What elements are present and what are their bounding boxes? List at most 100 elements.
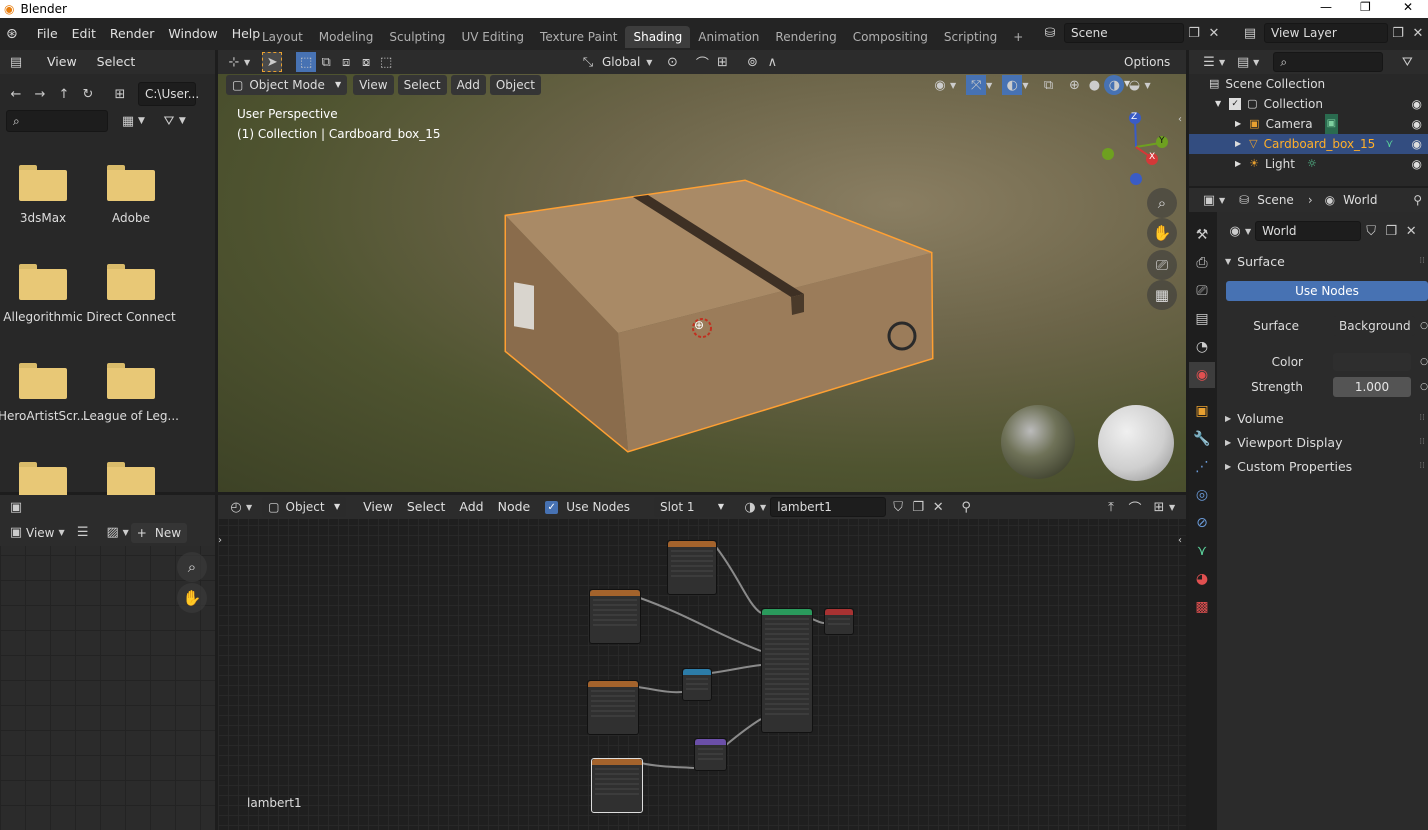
file-search-input[interactable]: ⌕ <box>6 110 108 132</box>
use-nodes-button[interactable]: Use Nodes <box>1226 281 1428 301</box>
folder-item[interactable]: Direct Connect <box>81 264 181 324</box>
menu-file[interactable]: File <box>30 18 65 50</box>
eye-icon[interactable]: ◉ <box>1412 114 1422 134</box>
expand-arrow-icon[interactable]: ▶ <box>1225 462 1231 471</box>
separate-color-node[interactable] <box>682 668 712 701</box>
material-output-node[interactable] <box>824 608 854 635</box>
particles-tab-icon[interactable]: ⋰ <box>1189 454 1215 480</box>
chevron-down-icon[interactable]: ▼ <box>1219 196 1225 205</box>
file-browser-menu-select[interactable]: Select <box>90 50 143 74</box>
tab-scripting[interactable]: Scripting <box>936 26 1005 48</box>
tab-rendering[interactable]: Rendering <box>767 26 844 48</box>
chevron-down-icon[interactable]: ▼ <box>123 528 129 537</box>
collection-checkbox[interactable]: ✓ <box>1229 98 1242 110</box>
tab-shading[interactable]: Shading <box>625 26 691 48</box>
drag-handle-icon[interactable]: ⁞⁞ <box>1419 256 1425 266</box>
parent-dir-icon[interactable]: ↑ <box>54 84 74 104</box>
perspective-toggle-icon[interactable]: ▦ <box>1147 280 1177 310</box>
editor-type-icon[interactable]: ▣ <box>6 497 26 517</box>
blender-menu-icon[interactable]: ⊛ <box>6 26 18 42</box>
view-layer-field[interactable]: View Layer <box>1264 23 1388 43</box>
refresh-icon[interactable]: ↻ <box>78 84 98 104</box>
file-browser-menu-view[interactable]: View <box>40 50 84 74</box>
link-socket-icon[interactable]: ○ <box>1420 357 1428 367</box>
texture-tab-icon[interactable]: ▩ <box>1189 594 1215 620</box>
3d-viewport[interactable]: ⊹ ▼ ➤ ⬚ ⧉ ⧈ ⧇ ⬚ ⤡ Global ▼ ⊙ ⌒ ⊞ ⊚ ∧ Opt… <box>218 50 1186 492</box>
strength-slider[interactable]: 1.000 <box>1333 377 1411 397</box>
image-view-dropdown[interactable]: View <box>26 526 54 540</box>
new-view-layer-icon[interactable]: ❐ <box>1388 23 1408 43</box>
shader-node-editor[interactable]: ◴ ▼ ▢ Object ▼ View Select Add Node ✓ Use … <box>218 495 1186 830</box>
forward-icon[interactable]: → <box>30 84 50 104</box>
constraints-tab-icon[interactable]: ⊘ <box>1189 510 1215 536</box>
outliner-row[interactable]: ▤ Scene Collection <box>1189 74 1428 94</box>
eye-icon[interactable]: ◉ <box>1412 94 1422 114</box>
folder-item[interactable] <box>0 462 93 498</box>
collapse-arrow-icon[interactable]: ‹ <box>1178 114 1182 125</box>
render-tab-icon[interactable]: ⎙ <box>1189 250 1215 276</box>
menu-edit[interactable]: Edit <box>65 18 103 50</box>
link-socket-icon[interactable]: ○ <box>1420 321 1428 331</box>
custom-properties-panel-header[interactable]: Custom Properties <box>1237 459 1352 474</box>
expand-arrow-icon[interactable]: ▼ <box>1225 257 1231 266</box>
tab-texture-paint[interactable]: Texture Paint <box>532 26 625 48</box>
tool-tab-icon[interactable]: ⚒ <box>1189 222 1215 248</box>
image-browse-icon[interactable]: ▨ <box>103 523 123 543</box>
folder-item[interactable]: HeroArtistScr... <box>0 363 93 423</box>
eye-icon[interactable]: ◉ <box>1412 154 1422 174</box>
3d-cursor-icon[interactable]: ⊕ <box>694 318 704 332</box>
eye-icon[interactable]: ◉ <box>1412 134 1422 154</box>
view-layer-icon[interactable]: ▤ <box>1240 23 1260 43</box>
outliner-row[interactable]: ▶ ☀ Light ☼ ◉ <box>1189 154 1428 174</box>
outliner-search-input[interactable]: ⌕ <box>1273 52 1384 72</box>
back-icon[interactable]: ← <box>6 84 26 104</box>
surface-shader-dropdown[interactable]: Background <box>1333 316 1415 336</box>
chevron-down-icon[interactable]: ▼ <box>1253 58 1259 67</box>
chevron-down-icon[interactable]: ▼ <box>1219 58 1225 67</box>
volume-panel-header[interactable]: Volume <box>1237 411 1284 426</box>
fake-user-shield-icon[interactable]: ⛉ <box>1361 221 1381 241</box>
maximize-button[interactable]: ❐ <box>1360 0 1371 14</box>
add-workspace-button[interactable]: + <box>1005 26 1031 48</box>
world-name-field[interactable]: World <box>1255 221 1362 241</box>
image-texture-node[interactable] <box>587 680 639 735</box>
outliner-row-selected[interactable]: ▶ ▽ Cardboard_box_15 ⋎ ◉ <box>1189 134 1428 154</box>
camera-view-icon[interactable]: ⎚ <box>1147 250 1177 280</box>
tab-modeling[interactable]: Modeling <box>311 26 382 48</box>
image-texture-node[interactable] <box>589 589 641 644</box>
chevron-down-icon[interactable]: ▼ <box>58 528 64 537</box>
expand-arrow-icon[interactable]: ▶ <box>1235 154 1241 174</box>
zoom-icon[interactable]: ⌕ <box>1147 188 1177 218</box>
tab-layout[interactable]: Layout <box>254 26 311 48</box>
pan-hand-icon[interactable]: ✋ <box>177 583 207 613</box>
minimize-button[interactable]: — <box>1320 0 1332 14</box>
drag-handle-icon[interactable]: ⁞⁞ <box>1419 413 1425 423</box>
display-mode-icon[interactable]: ▤ <box>1233 52 1253 72</box>
scene-tab-icon[interactable]: ◔ <box>1189 334 1215 360</box>
filter-icon[interactable]: ⛛ <box>159 111 179 131</box>
path-field[interactable]: C:\User... <box>138 82 199 106</box>
tab-animation[interactable]: Animation <box>690 26 767 48</box>
drag-handle-icon[interactable]: ⁞⁞ <box>1419 437 1425 447</box>
new-scene-icon[interactable]: ❐ <box>1184 23 1204 43</box>
new-image-button[interactable]: + New <box>130 522 188 543</box>
breadcrumb-scene[interactable]: Scene <box>1257 193 1294 207</box>
folder-item[interactable]: 3dsMax <box>0 165 93 225</box>
chevron-down-icon[interactable]: ▼ <box>138 116 145 126</box>
data-tab-icon[interactable]: ⋎ <box>1189 538 1215 564</box>
normal-map-node[interactable] <box>694 738 727 771</box>
delete-view-layer-icon[interactable]: ✕ <box>1408 23 1428 43</box>
chevron-down-icon[interactable]: ▼ <box>179 116 186 126</box>
world-tab-icon[interactable]: ◉ <box>1189 362 1215 388</box>
menu-render[interactable]: Render <box>103 18 162 50</box>
color-swatch[interactable] <box>1333 353 1411 371</box>
filter-icon[interactable]: ⛛ <box>1397 52 1417 72</box>
world-browse-icon[interactable]: ◉ <box>1225 221 1245 241</box>
view-mode-icon[interactable]: ▣ <box>6 523 26 543</box>
tab-sculpting[interactable]: Sculpting <box>381 26 453 48</box>
modifier-tab-icon[interactable]: 🔧 <box>1189 426 1215 452</box>
principled-bsdf-node[interactable] <box>761 608 813 733</box>
image-editor-panel[interactable]: ▣ ▣ View ▼ ☰ ▨ ▼ + New ⌕ ✋ <box>0 495 215 830</box>
scene-icon[interactable]: ⛁ <box>1040 23 1060 43</box>
expand-arrow-icon[interactable]: ▶ <box>1235 114 1241 134</box>
